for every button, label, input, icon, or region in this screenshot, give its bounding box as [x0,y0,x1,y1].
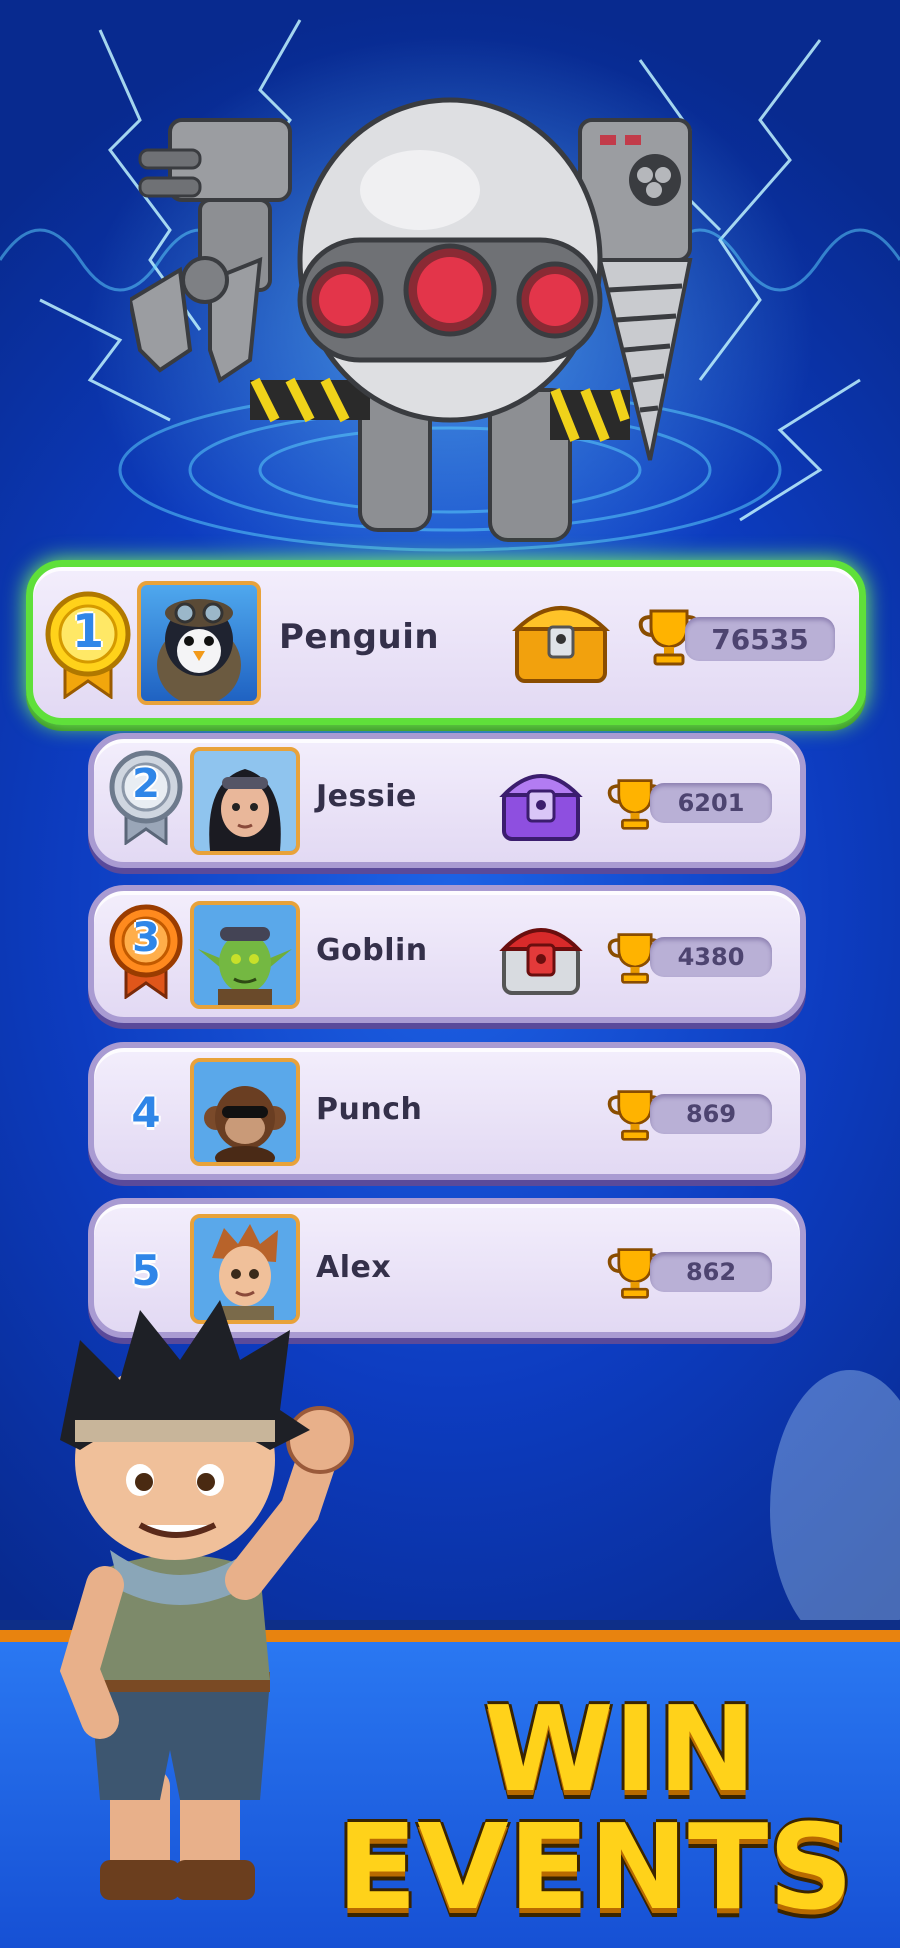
score-value: 76535 [685,617,835,661]
leaderboard-row-4[interactable]: 4 Punch 869 [88,1042,806,1180]
player-name: Penguin [279,617,440,657]
goblin-avatar [190,901,300,1009]
rank-number: 4 [131,1088,161,1137]
score-value: 4380 [650,937,772,977]
banner-line-2: EVENTS [336,1798,854,1936]
purple-chest-icon [499,774,583,841]
hero-character-illustration [59,1300,354,1900]
score-value: 6201 [650,783,772,823]
rank-number: 5 [131,1246,161,1295]
leaderboard-row-3[interactable]: 3 Goblin 4380 [88,885,806,1023]
goblin-icon [194,905,296,1005]
mist-effect [770,1370,900,1630]
rank-number: 1 [71,604,104,658]
player-name: Goblin [316,933,428,968]
penguin-icon [157,599,241,701]
red-chest-icon [499,928,583,995]
rank-number: 3 [132,915,160,961]
player-name: Punch [316,1092,423,1127]
gold-chest-icon [512,606,610,683]
monkey-icon [194,1062,296,1162]
player-name: Alex [316,1250,392,1285]
monkey-avatar [190,1058,300,1166]
leaderboard-row-2[interactable]: 2 Jessie 6201 [88,733,806,868]
rank-number: 2 [132,761,160,807]
robot-boss-illustration [130,97,693,542]
banner-line-1: WIN [483,1680,757,1818]
jessie-avatar [190,747,300,855]
jessie-icon [194,751,296,851]
player-name: Jessie [316,779,417,814]
leaderboard-row-1[interactable]: 1 Penguin 76535 [26,560,866,725]
penguin-avatar [137,581,261,705]
score-value: 869 [650,1094,772,1134]
